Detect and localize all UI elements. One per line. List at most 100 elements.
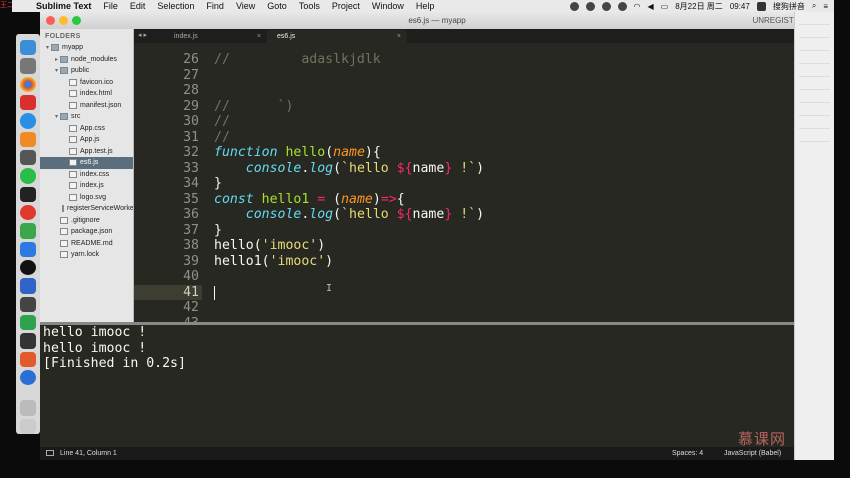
tree-folder[interactable]: ▾ myapp: [40, 42, 133, 54]
tree-folder[interactable]: ▾ src: [40, 111, 133, 123]
code-line[interactable]: // adaslkjdlk: [214, 52, 381, 68]
status-icon-2[interactable]: [585, 1, 595, 11]
volume-icon[interactable]: ◀: [648, 2, 654, 11]
tab-close-icon[interactable]: ×: [257, 33, 261, 40]
menu-find[interactable]: Find: [200, 1, 230, 11]
console-icon[interactable]: [20, 333, 36, 349]
tree-file[interactable]: es6.js: [40, 157, 133, 169]
code-token: ): [476, 160, 485, 176]
code-token: log: [309, 160, 334, 176]
tree-folder[interactable]: ▸ node_modules: [40, 54, 133, 66]
sublime-icon[interactable]: [20, 351, 36, 367]
code-line[interactable]: function hello(name){: [214, 145, 381, 161]
terminal-icon[interactable]: [20, 186, 36, 202]
list-icon[interactable]: ≡: [823, 2, 828, 11]
disclosure-open-icon[interactable]: ▾: [44, 44, 51, 51]
launchpad-icon[interactable]: [20, 58, 36, 74]
menubar-date[interactable]: 8月22日 周二: [675, 1, 723, 12]
code-line[interactable]: console.log(`hello ${name} !`): [214, 207, 484, 223]
qq-icon[interactable]: [20, 259, 36, 276]
indentation-setting[interactable]: Spaces: 4: [672, 450, 703, 457]
tree-file[interactable]: index.html: [40, 88, 133, 100]
tree-file[interactable]: yarn.lock: [40, 249, 133, 261]
tree-file[interactable]: logo.svg: [40, 192, 133, 204]
code-token: !`: [452, 207, 477, 222]
tree-file[interactable]: App.css: [40, 123, 133, 135]
tree-file[interactable]: index.js: [40, 180, 133, 192]
menu-edit[interactable]: Edit: [124, 1, 152, 11]
code-line[interactable]: hello('imooc'): [214, 238, 325, 254]
preview-icon[interactable]: [20, 149, 36, 166]
line-number: 39: [183, 253, 199, 269]
search-icon[interactable]: ⌕: [812, 1, 816, 11]
code-line[interactable]: //: [214, 130, 230, 146]
code-line[interactable]: }: [214, 176, 222, 192]
tab-index-js[interactable]: index.js ×: [164, 30, 267, 43]
line-number: 31: [183, 129, 199, 145]
line-number: 28: [183, 83, 199, 98]
menu-file[interactable]: File: [97, 1, 124, 11]
tab-close-icon[interactable]: ×: [397, 33, 401, 40]
app-store-icon[interactable]: [20, 113, 36, 129]
trash-icon[interactable]: [20, 418, 36, 434]
file-icon: [62, 205, 64, 213]
code-line[interactable]: hello1('imooc'): [214, 254, 333, 270]
app-orange-icon[interactable]: [20, 131, 36, 147]
downloads-icon[interactable]: [20, 400, 36, 416]
app-green-icon[interactable]: [20, 223, 36, 239]
screen-icon[interactable]: [20, 296, 36, 312]
status-icon-3[interactable]: [601, 1, 611, 11]
code-line[interactable]: console.log(`hello ${name} !`): [214, 161, 484, 177]
title-bar: es6.js — myapp UNREGISTERED: [40, 12, 834, 29]
output-line: hello imooc !: [43, 340, 147, 356]
wifi-icon[interactable]: ◠: [634, 2, 641, 11]
logo-watermark: 慕课网: [738, 430, 787, 448]
menu-goto[interactable]: Goto: [261, 1, 293, 11]
calendar-icon[interactable]: [20, 241, 36, 257]
wechat-icon[interactable]: [20, 168, 36, 184]
disclosure-open-icon[interactable]: ▾: [53, 67, 60, 74]
tree-folder[interactable]: ▾ public: [40, 65, 133, 77]
chrome-icon[interactable]: [20, 76, 36, 92]
menu-project[interactable]: Project: [326, 1, 366, 11]
tree-file[interactable]: README.md: [40, 238, 133, 250]
tree-file[interactable]: index.css: [40, 169, 133, 181]
app-red-icon[interactable]: [20, 94, 36, 111]
app-green2-icon[interactable]: [20, 314, 36, 331]
tab-nav-arrows[interactable]: ◂ ▸: [138, 31, 147, 39]
syntax-selector[interactable]: JavaScript (Babel): [724, 450, 781, 457]
disclosure-open-icon[interactable]: ▾: [53, 113, 60, 120]
menubar-time[interactable]: 09:47: [730, 2, 750, 11]
stats-icon[interactable]: [20, 278, 36, 294]
code-line[interactable]: //: [214, 114, 230, 130]
panel-toggle-icon[interactable]: [46, 450, 54, 456]
weibo-icon[interactable]: [20, 204, 36, 221]
browser-icon[interactable]: [20, 369, 36, 386]
code-line[interactable]: const hello1 = (name)=>{: [214, 192, 405, 208]
status-icon-4[interactable]: [617, 1, 627, 11]
menu-tools[interactable]: Tools: [293, 1, 326, 11]
ime-label[interactable]: 搜狗拼音: [773, 1, 805, 12]
tree-file[interactable]: App.test.js: [40, 146, 133, 158]
code-line[interactable]: }: [214, 223, 222, 239]
menu-app-name[interactable]: Sublime Text: [30, 1, 97, 11]
tree-file[interactable]: App.js: [40, 134, 133, 146]
tree-file[interactable]: package.json: [40, 226, 133, 238]
menu-help[interactable]: Help: [410, 1, 441, 11]
tab-es6-js[interactable]: es6.js ×: [267, 30, 407, 43]
menu-selection[interactable]: Selection: [151, 1, 200, 11]
line-number: 33: [183, 160, 199, 176]
sogou-ime-icon[interactable]: [756, 1, 766, 11]
battery-icon[interactable]: ▭: [661, 2, 669, 11]
tree-file[interactable]: favicon.ico: [40, 77, 133, 89]
disclosure-closed-icon[interactable]: ▸: [53, 56, 60, 63]
finder-icon[interactable]: [20, 40, 36, 56]
code-editor[interactable]: 26 // adaslkjdlk 27 28 29 // `) 30 // 31 // 32 func…: [134, 43, 792, 322]
code-line[interactable]: // `): [214, 99, 293, 115]
tree-file[interactable]: registerServiceWorker.js: [40, 203, 133, 215]
tree-file[interactable]: .gitignore: [40, 215, 133, 227]
tree-file[interactable]: manifest.json: [40, 100, 133, 112]
menu-window[interactable]: Window: [366, 1, 410, 11]
menu-view[interactable]: View: [230, 1, 261, 11]
status-icon-1[interactable]: [569, 1, 579, 11]
